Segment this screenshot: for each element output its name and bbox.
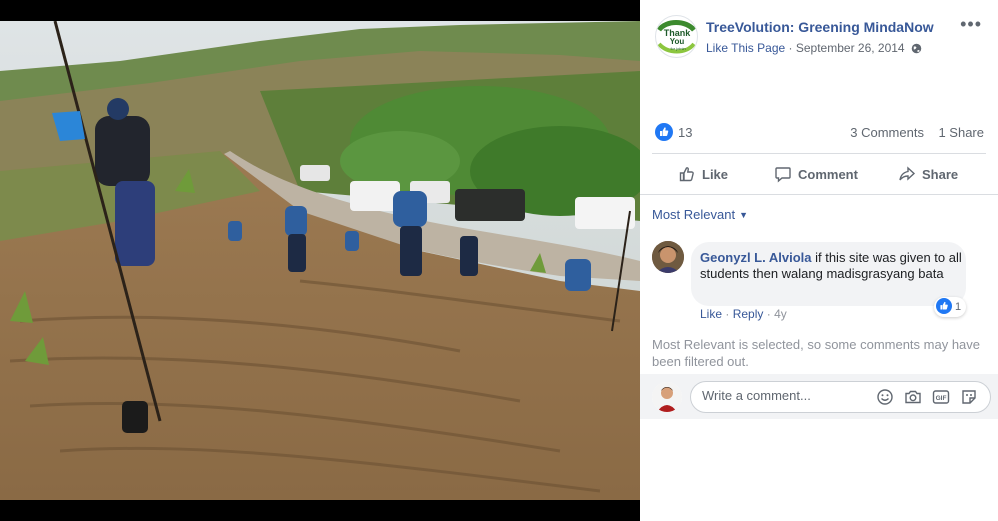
thumbs-up-outline-icon xyxy=(679,167,694,182)
commenter-avatar[interactable] xyxy=(652,241,684,273)
comment-author-link[interactable]: Geonyzl L. Alviola xyxy=(700,250,811,265)
comment-button-label: Comment xyxy=(798,167,858,182)
avatar-text-3: for joinin xyxy=(670,46,685,51)
like-button[interactable]: Like xyxy=(678,165,728,183)
share-button[interactable]: Share xyxy=(898,165,958,183)
reactions-bar: 13 3 Comments 1 Share xyxy=(640,118,998,150)
reaction-count[interactable]: 13 xyxy=(678,125,692,140)
comment-bubble: Geonyzl L. Alviola if this site was give… xyxy=(691,242,966,306)
comments-shares-counts: 3 Comments 1 Share xyxy=(850,125,984,140)
post-photo[interactable] xyxy=(0,21,640,500)
tree-planting-photo xyxy=(0,21,640,500)
share-arrow-icon xyxy=(899,166,916,181)
comment-button[interactable]: Comment xyxy=(774,165,858,183)
thumbs-up-icon xyxy=(940,301,948,310)
comment-like-icon xyxy=(936,298,952,314)
smiley-icon[interactable] xyxy=(876,388,894,406)
divider xyxy=(640,194,998,195)
filtered-comments-note: Most Relevant is selected, so some comme… xyxy=(652,337,981,369)
share-button-label: Share xyxy=(922,167,959,182)
like-button-label: Like xyxy=(702,167,729,182)
post-header: Thank You for joinin TreeVolution: Green… xyxy=(640,0,998,70)
post-side-panel: Thank You for joinin TreeVolution: Green… xyxy=(640,0,998,521)
like-page-link[interactable]: Like This Page xyxy=(706,41,785,55)
meta-separator: · xyxy=(788,41,796,55)
thumbs-up-icon xyxy=(660,127,669,136)
globe-icon xyxy=(911,44,922,54)
comment-action-separator: · xyxy=(766,307,775,321)
comments-count-link[interactable]: 3 Comments xyxy=(850,125,924,140)
page-name-link[interactable]: TreeVolution: Greening MindaNow xyxy=(706,19,934,35)
sticker-icon[interactable] xyxy=(960,388,978,406)
photo-viewer xyxy=(0,0,640,521)
comment-actions: Like · Reply · 4y xyxy=(700,307,787,321)
gif-icon[interactable]: GIF xyxy=(932,388,950,406)
shares-count-link[interactable]: 1 Share xyxy=(938,125,984,140)
comment-body: Geonyzl L. Alviola if this site was give… xyxy=(700,250,962,282)
comment-sort-label: Most Relevant xyxy=(652,207,736,222)
comment-reaction-badge[interactable]: 1 xyxy=(934,297,967,317)
caret-down-icon: ▼ xyxy=(739,210,749,220)
comment-timestamp[interactable]: 4y xyxy=(774,307,787,321)
svg-text:GIF: GIF xyxy=(936,395,947,402)
page-avatar-image: Thank You for joinin xyxy=(656,16,697,57)
commenter-avatar-image xyxy=(652,241,684,273)
post-meta: Like This Page · September 26, 2014 xyxy=(706,41,922,55)
camera-icon[interactable] xyxy=(904,388,922,406)
comment-sort-dropdown[interactable]: Most Relevant ▼ xyxy=(652,207,748,222)
comment-input[interactable] xyxy=(702,388,862,403)
avatar-text-2: You xyxy=(670,37,685,46)
post-actions: Like Comment Share xyxy=(640,154,998,194)
post-date[interactable]: September 26, 2014 xyxy=(796,41,905,55)
current-user-avatar-image xyxy=(652,382,682,412)
comment-composer: GIF xyxy=(640,374,998,419)
speech-bubble-icon xyxy=(775,167,791,183)
comment-like-link[interactable]: Like xyxy=(700,307,722,321)
more-options-button[interactable]: ••• xyxy=(960,14,982,35)
like-reaction-icon[interactable] xyxy=(655,123,673,141)
counts-spacer xyxy=(928,125,935,140)
current-user-avatar[interactable] xyxy=(652,382,682,412)
comment-reply-link[interactable]: Reply xyxy=(733,307,764,321)
comment-reaction-count: 1 xyxy=(955,301,962,313)
comment-input-box[interactable]: GIF xyxy=(690,381,991,413)
comment-action-separator: · xyxy=(725,307,733,321)
page-avatar[interactable]: Thank You for joinin xyxy=(655,15,698,58)
